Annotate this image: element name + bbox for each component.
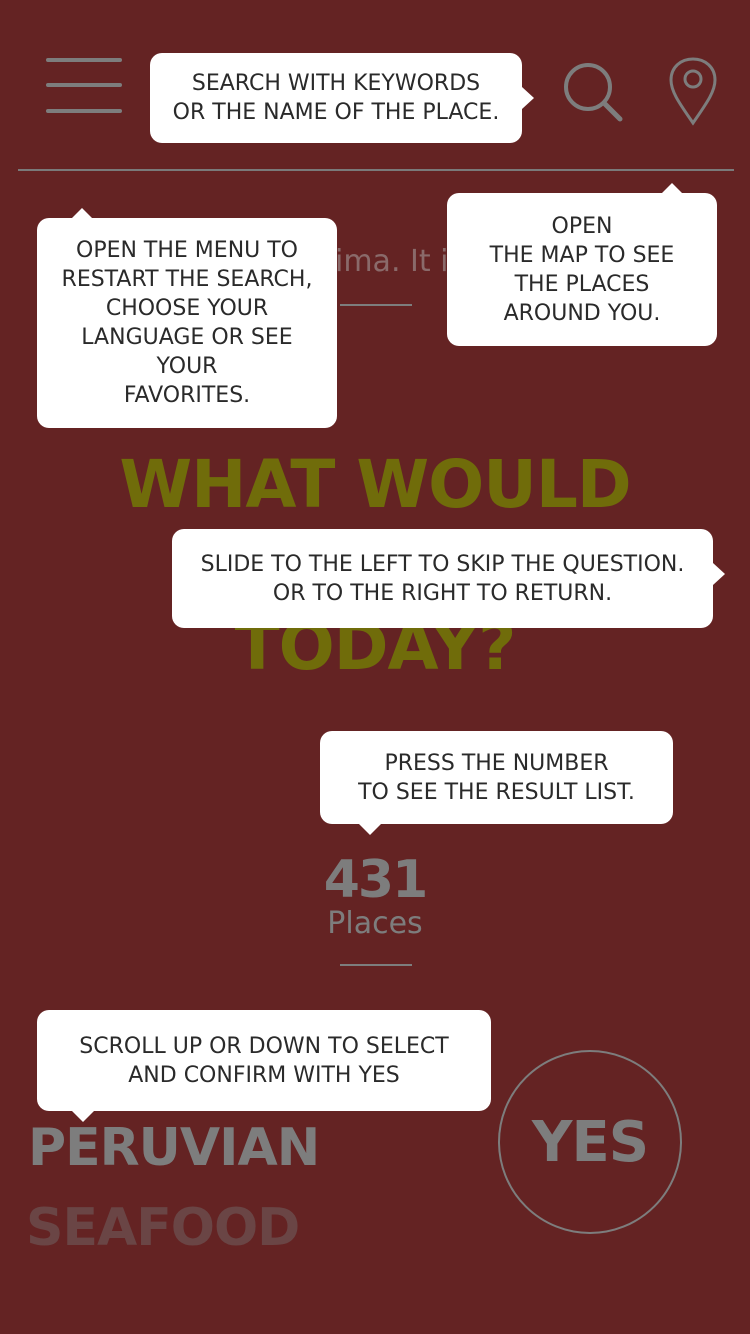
- result-count-number[interactable]: 431: [300, 850, 450, 910]
- intro-text: ima. It is: [335, 244, 465, 279]
- search-icon[interactable]: [560, 60, 624, 124]
- yes-button-label: YES: [531, 1109, 649, 1175]
- tooltip-search: SEARCH WITH KEYWORDS OR THE NAME OF THE …: [150, 53, 534, 143]
- result-count-label[interactable]: Places: [300, 906, 450, 941]
- hamburger-menu-icon[interactable]: [46, 58, 122, 116]
- yes-button[interactable]: YES: [498, 1050, 682, 1234]
- tooltip-scroll: SCROLL UP OR DOWN TO SELECT AND CONFIRM …: [37, 1010, 491, 1122]
- tooltip-map: OPEN THE MAP TO SEE THE PLACES AROUND YO…: [447, 183, 717, 346]
- tooltip-result-count: PRESS THE NUMBER TO SEE THE RESULT LIST.: [320, 731, 673, 835]
- header-divider: [18, 169, 734, 171]
- option-item-seafood[interactable]: SEAFOOD: [26, 1198, 300, 1258]
- question-line-1: WHAT WOULD: [119, 446, 631, 523]
- result-count-underline: [340, 964, 412, 966]
- tooltip-menu: OPEN THE MENU TO RESTART THE SEARCH, CHO…: [37, 208, 337, 428]
- option-item-peruvian[interactable]: PERUVIAN: [28, 1118, 320, 1178]
- tooltip-slide: SLIDE TO THE LEFT TO SKIP THE QUESTION. …: [172, 529, 725, 628]
- map-pin-icon[interactable]: [668, 56, 718, 126]
- intro-underline: [340, 304, 412, 306]
